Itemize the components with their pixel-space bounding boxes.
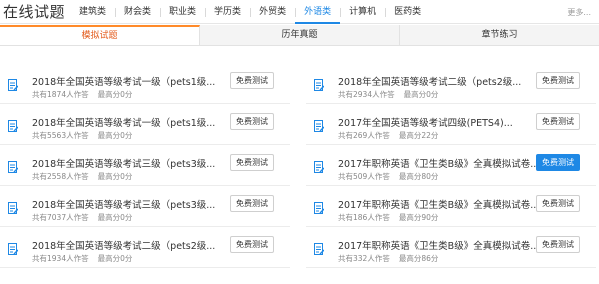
list-item: 2018年全国英语等级考试一级（pets1级... 共有5563人作答 最高分0分… [0,104,290,145]
exam-user-count: 共有2558人作答 [32,172,89,181]
exam-user-count: 共有509人作答 [338,172,390,181]
exam-user-count: 共有186人作答 [338,213,390,222]
tab-past-exams[interactable]: 历年真题 [200,25,400,45]
exam-title[interactable]: 2018年全国英语等级考试二级（pets2级... [32,238,215,252]
list-item: 2018年全国英语等级考试三级（pets3级... 共有7037人作答 最高分0分… [0,186,290,227]
free-test-button[interactable]: 免费测试 [230,195,274,212]
header: 在线试题 建筑类 财会类 职业类 学历类 外贸类 外语类 计算机 医药类 更多.… [0,0,599,24]
list-item: 2017年职称英语《卫生类B级》全真模拟试卷... 共有509人作答 最高分80分… [306,145,596,186]
exam-user-count: 共有1934人作答 [32,254,89,263]
exam-meta: 共有332人作答 最高分86分 [338,253,438,264]
category-tab-finance[interactable]: 财会类 [115,0,160,24]
exam-user-count: 共有1874人作答 [32,90,89,99]
free-test-button[interactable]: 免费测试 [536,195,580,212]
exam-meta: 共有186人作答 最高分90分 [338,212,438,223]
exam-meta: 共有1874人作答 最高分0分 [32,89,132,100]
list-item: 2017年职称英语《卫生类B级》全真模拟试卷... 共有186人作答 最高分90分… [306,186,596,227]
document-edit-icon [8,202,18,214]
list-item: 2018年全国英语等级考试一级（pets1级... 共有1874人作答 最高分0分… [0,63,290,104]
exam-title[interactable]: 2018年全国英语等级考试二级（pets2级... [338,74,521,88]
page-title: 在线试题 [3,3,66,21]
category-tab-medicine[interactable]: 医药类 [385,0,430,24]
exam-top-score: 最高分22分 [398,131,439,140]
document-edit-icon [314,202,324,214]
document-edit-icon [314,161,324,173]
exam-top-score: 最高分86分 [398,254,439,263]
more-link[interactable]: 更多... [567,7,591,18]
list-item: 2017年职称英语《卫生类B级》全真模拟试卷... 共有332人作答 最高分86分… [306,227,596,268]
exam-title[interactable]: 2018年全国英语等级考试三级（pets3级... [32,156,215,170]
free-test-button[interactable]: 免费测试 [536,113,580,130]
tab-chapter-practice[interactable]: 章节练习 [400,25,599,45]
list-item: 2018年全国英语等级考试二级（pets2级... 共有2934人作答 最高分0分… [306,63,596,104]
exam-meta: 共有509人作答 最高分80分 [338,171,438,182]
category-tab-education[interactable]: 学历类 [205,0,250,24]
document-edit-icon [314,120,324,132]
free-test-button[interactable]: 免费测试 [536,236,580,253]
exam-top-score: 最高分0分 [97,213,133,222]
exam-meta: 共有1934人作答 最高分0分 [32,253,132,264]
exam-top-score: 最高分90分 [398,213,439,222]
exam-meta: 共有2558人作答 最高分0分 [32,171,132,182]
exam-title[interactable]: 2017年全国英语等级考试四级(PETS4)... [338,115,513,129]
exam-meta: 共有7037人作答 最高分0分 [32,212,132,223]
exam-user-count: 共有2934人作答 [338,90,395,99]
tab-mock-exam[interactable]: 模拟试题 [0,25,200,45]
document-edit-icon [8,120,18,132]
exam-title[interactable]: 2017年职称英语《卫生类B级》全真模拟试卷... [338,197,539,211]
exam-top-score: 最高分0分 [97,172,133,181]
exam-list-left: 2018年全国英语等级考试一级（pets1级... 共有1874人作答 最高分0分… [0,63,290,268]
exam-list-right: 2018年全国英语等级考试二级（pets2级... 共有2934人作答 最高分0分… [306,63,596,268]
free-test-button[interactable]: 免费测试 [230,72,274,89]
document-edit-icon [8,79,18,91]
exam-top-score: 最高分0分 [97,131,133,140]
exam-user-count: 共有7037人作答 [32,213,89,222]
exam-title[interactable]: 2018年全国英语等级考试三级（pets3级... [32,197,215,211]
free-test-button[interactable]: 免费测试 [230,113,274,130]
category-tab-building[interactable]: 建筑类 [70,0,115,24]
document-edit-icon [8,243,18,255]
exam-top-score: 最高分0分 [97,90,133,99]
list-item: 2017年全国英语等级考试四级(PETS4)... 共有269人作答 最高分22分… [306,104,596,145]
exam-title[interactable]: 2017年职称英语《卫生类B级》全真模拟试卷... [338,156,539,170]
exam-top-score: 最高分80分 [398,172,439,181]
free-test-button[interactable]: 免费测试 [536,72,580,89]
test-type-tabs: 模拟试题 历年真题 章节练习 [0,25,599,46]
document-edit-icon [314,79,324,91]
exam-title[interactable]: 2017年职称英语《卫生类B级》全真模拟试卷... [338,238,539,252]
exam-user-count: 共有269人作答 [338,131,390,140]
category-tab-vocational[interactable]: 职业类 [160,0,205,24]
category-nav: 建筑类 财会类 职业类 学历类 外贸类 外语类 计算机 医药类 [70,0,430,24]
exam-title[interactable]: 2018年全国英语等级考试一级（pets1级... [32,115,215,129]
exam-meta: 共有5563人作答 最高分0分 [32,130,132,141]
document-edit-icon [314,243,324,255]
exam-user-count: 共有5563人作答 [32,131,89,140]
exam-title[interactable]: 2018年全国英语等级考试一级（pets1级... [32,74,215,88]
exam-top-score: 最高分0分 [97,254,133,263]
category-tab-computer[interactable]: 计算机 [340,0,385,24]
category-tab-language[interactable]: 外语类 [295,0,341,24]
list-item: 2018年全国英语等级考试二级（pets2级... 共有1934人作答 最高分0分… [0,227,290,268]
category-tab-trade[interactable]: 外贸类 [250,0,295,24]
document-edit-icon [8,161,18,173]
free-test-button[interactable]: 免费测试 [230,154,274,171]
exam-user-count: 共有332人作答 [338,254,390,263]
list-item: 2018年全国英语等级考试三级（pets3级... 共有2558人作答 最高分0分… [0,145,290,186]
exam-top-score: 最高分0分 [403,90,439,99]
exam-meta: 共有269人作答 最高分22分 [338,130,438,141]
exam-meta: 共有2934人作答 最高分0分 [338,89,438,100]
free-test-button[interactable]: 免费测试 [230,236,274,253]
free-test-button[interactable]: 免费测试 [536,154,580,171]
